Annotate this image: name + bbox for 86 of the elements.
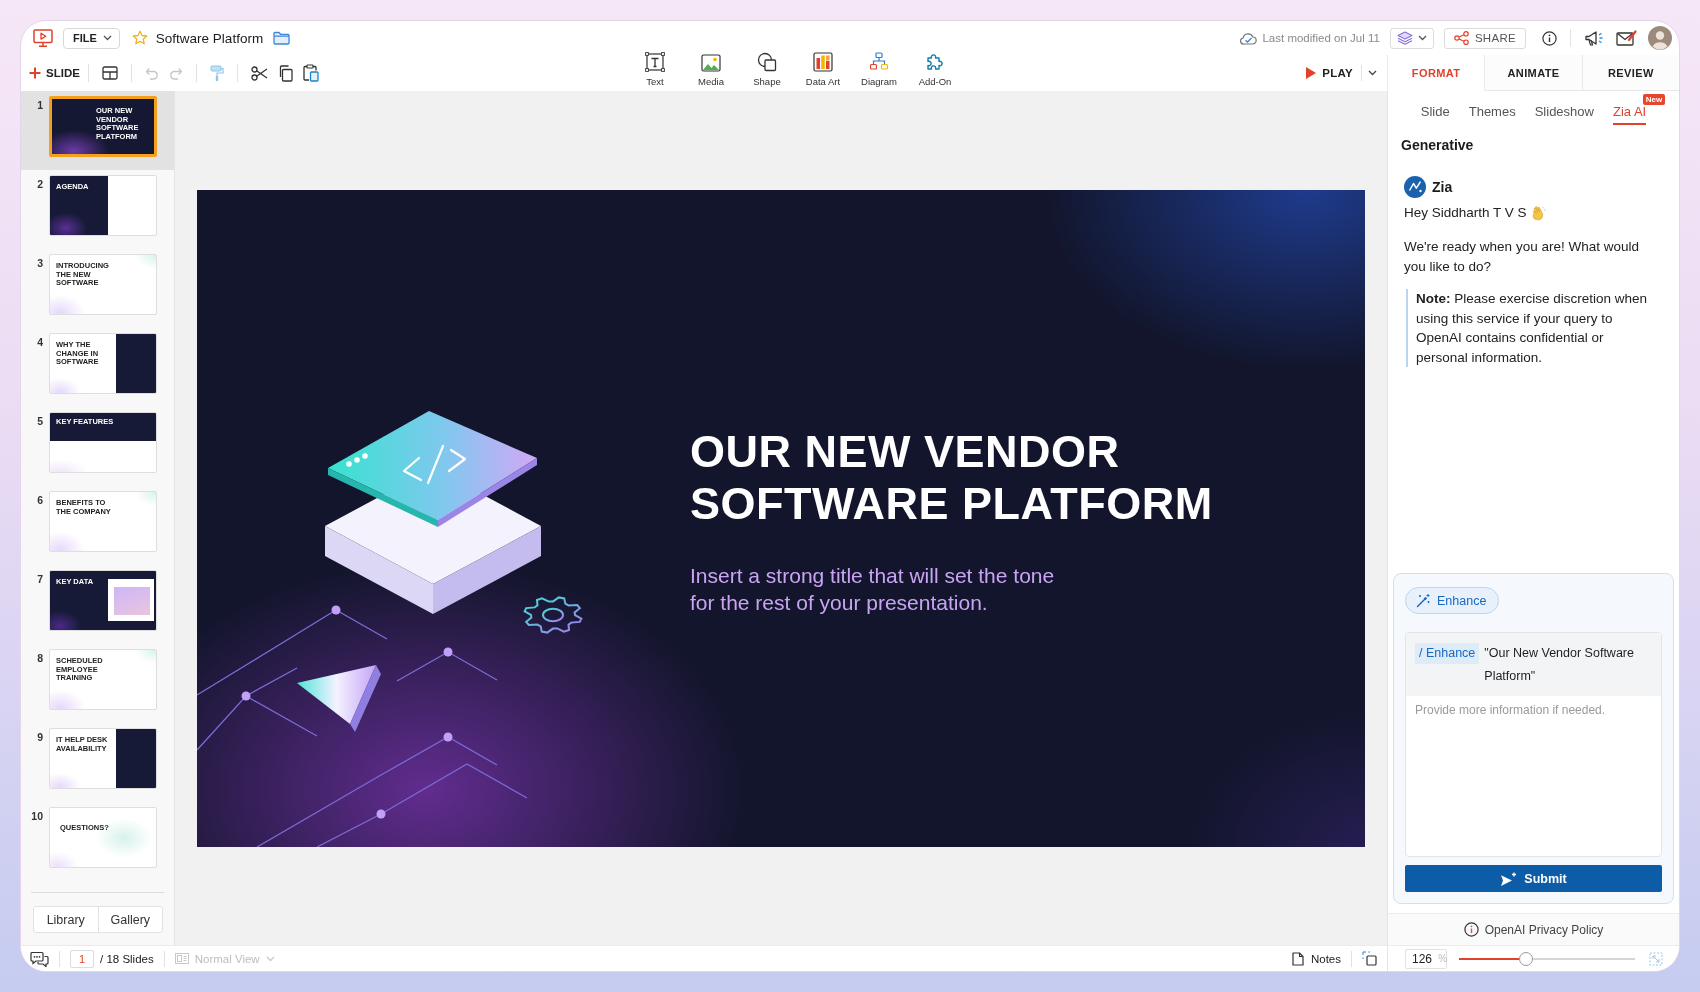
mail-icon[interactable] [1616, 30, 1637, 46]
section-heading: Generative [1401, 137, 1475, 154]
prompt-box[interactable]: / Enhance "Our New Vendor Software Platform" Provide more information if needed. [1405, 632, 1662, 857]
slide-number: 8 [36, 652, 43, 664]
slide-number: 1 [36, 99, 43, 111]
app-logo-icon[interactable] [33, 29, 53, 47]
last-modified-text: Last modified on Jul 11 [1262, 32, 1380, 44]
slide-number: 3 [36, 257, 43, 269]
slide-number: 9 [36, 731, 43, 743]
zoom-slider-thumb[interactable] [1518, 951, 1533, 966]
caret-icon [265, 955, 275, 962]
add-on-tool-button[interactable]: Add-On [907, 52, 963, 87]
caret-icon [102, 35, 112, 41]
user-avatar-icon[interactable] [1648, 26, 1672, 50]
caret-icon [1417, 35, 1427, 41]
gear-icon [523, 595, 583, 634]
select-frame-icon[interactable] [1362, 951, 1377, 966]
puzzle-icon [925, 52, 945, 72]
copy-icon[interactable] [277, 64, 293, 82]
assistant-logo-icon [1404, 176, 1426, 198]
slide-number: 7 [36, 573, 43, 585]
caret-icon[interactable] [1368, 70, 1377, 76]
sub-tab[interactable]: Slideshow [1534, 104, 1594, 125]
privacy-policy-link[interactable]: OpenAI Privacy Policy [1484, 922, 1604, 937]
shapes-icon [757, 52, 777, 72]
info-icon [1463, 922, 1479, 937]
sub-tab[interactable]: Slide [1420, 104, 1450, 125]
paste-icon[interactable] [302, 64, 319, 82]
megaphone-icon[interactable] [1584, 29, 1604, 47]
slide-number: 4 [36, 336, 43, 348]
image-icon [701, 54, 721, 72]
notes-button[interactable]: Notes [1291, 951, 1341, 966]
slide-number: 6 [36, 494, 43, 506]
magic-wand-icon [1416, 593, 1431, 608]
slide-view-icon [174, 953, 189, 964]
plus-icon [29, 67, 41, 79]
sub-tab[interactable]: Themes [1468, 104, 1516, 125]
folder-icon[interactable] [273, 31, 291, 45]
data-art-tool-button[interactable]: Data Art [795, 52, 851, 87]
enhance-chip[interactable]: Enhance [1405, 587, 1500, 614]
page-number-field[interactable]: 1 [70, 949, 94, 968]
chat-icon[interactable] [30, 950, 49, 967]
new-slide-button[interactable]: SLIDE [29, 67, 80, 79]
send-icon [1500, 871, 1518, 886]
slide-title: OUR NEW VENDOR SOFTWARE PLATFORM [690, 425, 1214, 530]
note-text: Note: Please exercise discretion when using this service if your query to OpenAI contains confidential or personal information. [1406, 289, 1654, 367]
submit-button[interactable]: Submit [1405, 865, 1662, 892]
slide-number: 2 [36, 178, 43, 190]
info-icon[interactable] [1542, 30, 1557, 46]
details-field[interactable]: Provide more information if needed. [1406, 696, 1661, 856]
layout-icon[interactable] [101, 66, 118, 80]
new-badge: New [1642, 94, 1666, 105]
intro-text: We're ready when you are! What would you like to do? [1404, 238, 1640, 276]
bar-chart-icon [813, 52, 833, 72]
assistant-name: Zia [1432, 179, 1453, 195]
slide-subtitle: Insert a strong title that will set the tone for the rest of your presentation. [690, 562, 1056, 616]
zoom-field[interactable]: 126 % [1405, 948, 1447, 969]
panel-tab[interactable]: ANIMATE [1484, 55, 1582, 91]
cloud-check-icon [1239, 31, 1258, 45]
notes-icon [1291, 951, 1304, 966]
layers-dropdown[interactable] [1389, 27, 1434, 49]
document-title[interactable]: Software Platform [155, 30, 264, 46]
library-tab[interactable]: Gallery [97, 907, 162, 932]
slide-number: 10 [30, 810, 43, 822]
slide-count: / 18 Slides [100, 952, 154, 965]
shape-tool-button[interactable]: Shape [739, 52, 795, 87]
command-tag: / Enhance [1415, 643, 1480, 664]
media-tool-button[interactable]: Media [683, 54, 739, 87]
diagram-tool-button[interactable]: Diagram [851, 52, 907, 87]
play-icon [1306, 67, 1317, 79]
text-box-icon [645, 52, 665, 72]
greeting-text: Hey Siddharth T V S [1404, 204, 1527, 222]
library-tab[interactable]: Library [34, 907, 98, 932]
star-icon[interactable] [131, 30, 148, 46]
file-menu-button[interactable]: FILE [63, 27, 120, 49]
share-icon [1453, 31, 1469, 45]
layers-icon [1396, 31, 1413, 45]
share-button[interactable]: SHARE [1443, 27, 1526, 49]
waving-hand-icon [1530, 205, 1546, 221]
slide-number: 5 [36, 415, 43, 427]
prompt-text: "Our New Vendor Software Platform" [1484, 645, 1635, 685]
text-tool-button[interactable]: Text [627, 52, 683, 87]
scissors-icon[interactable] [250, 65, 268, 81]
play-button[interactable]: PLAY [1306, 67, 1353, 79]
diagram-icon [869, 52, 889, 72]
panel-tab[interactable]: REVIEW [1581, 55, 1679, 91]
